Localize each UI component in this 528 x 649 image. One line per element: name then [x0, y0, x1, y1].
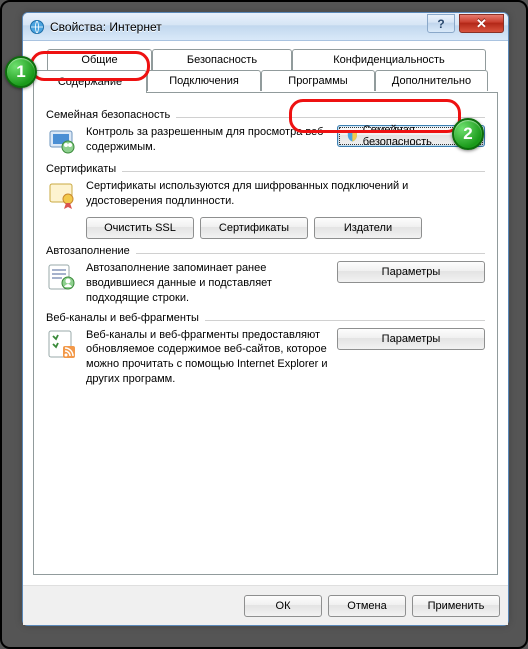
clear-ssl-button[interactable]: Очистить SSL: [86, 217, 194, 239]
group-family-safety: Семейная безопасность: [46, 109, 485, 121]
tab-strip: Общие Безопасность Конфиденциальность Со…: [33, 49, 498, 93]
autocomplete-params-button[interactable]: Параметры: [337, 261, 485, 283]
titlebar: Свойства: Интернет ? ✕: [23, 13, 508, 41]
autocomplete-icon: [46, 261, 78, 293]
group-feeds: Веб-каналы и веб-фрагменты: [46, 312, 485, 324]
help-button[interactable]: ?: [427, 14, 455, 33]
tab-general[interactable]: Общие: [47, 49, 152, 70]
certificate-icon: [46, 179, 78, 211]
internet-options-icon: [29, 19, 45, 35]
feeds-icon: [46, 328, 78, 360]
ok-button[interactable]: ОК: [244, 595, 322, 617]
group-certificates: Сертификаты: [46, 163, 485, 175]
family-safety-icon: [46, 125, 78, 157]
dialog-window: Свойства: Интернет ? ✕ Общие Безопасност…: [22, 12, 509, 626]
certificates-desc: Сертификаты используются для шифрованных…: [86, 179, 485, 209]
feeds-desc: Веб-каналы и веб-фрагменты предоставляют…: [86, 328, 329, 387]
dialog-footer: ОК Отмена Применить: [23, 585, 508, 625]
tab-content[interactable]: Содержание: [33, 70, 147, 93]
annotation-badge-1: 1: [5, 56, 37, 88]
tab-connections[interactable]: Подключения: [147, 70, 261, 91]
apply-button[interactable]: Применить: [412, 595, 500, 617]
family-safety-desc: Контроль за разрешенным для просмотра ве…: [86, 125, 329, 155]
content-pane: Семейная безопасность Контроль за разреш…: [33, 92, 498, 575]
group-autocomplete: Автозаполнение: [46, 245, 485, 257]
annotation-badge-2: 2: [452, 118, 484, 150]
certificates-button[interactable]: Сертификаты: [200, 217, 308, 239]
close-button[interactable]: ✕: [459, 14, 504, 33]
feeds-params-button[interactable]: Параметры: [337, 328, 485, 350]
autocomplete-desc: Автозаполнение запоминает ранее вводивши…: [86, 261, 329, 306]
tab-privacy[interactable]: Конфиденциальность: [292, 49, 486, 70]
cancel-button[interactable]: Отмена: [328, 595, 406, 617]
window-title: Свойства: Интернет: [50, 20, 162, 34]
publishers-button[interactable]: Издатели: [314, 217, 422, 239]
tab-advanced[interactable]: Дополнительно: [375, 70, 488, 91]
tab-security[interactable]: Безопасность: [152, 49, 292, 70]
tab-programs[interactable]: Программы: [261, 70, 375, 91]
